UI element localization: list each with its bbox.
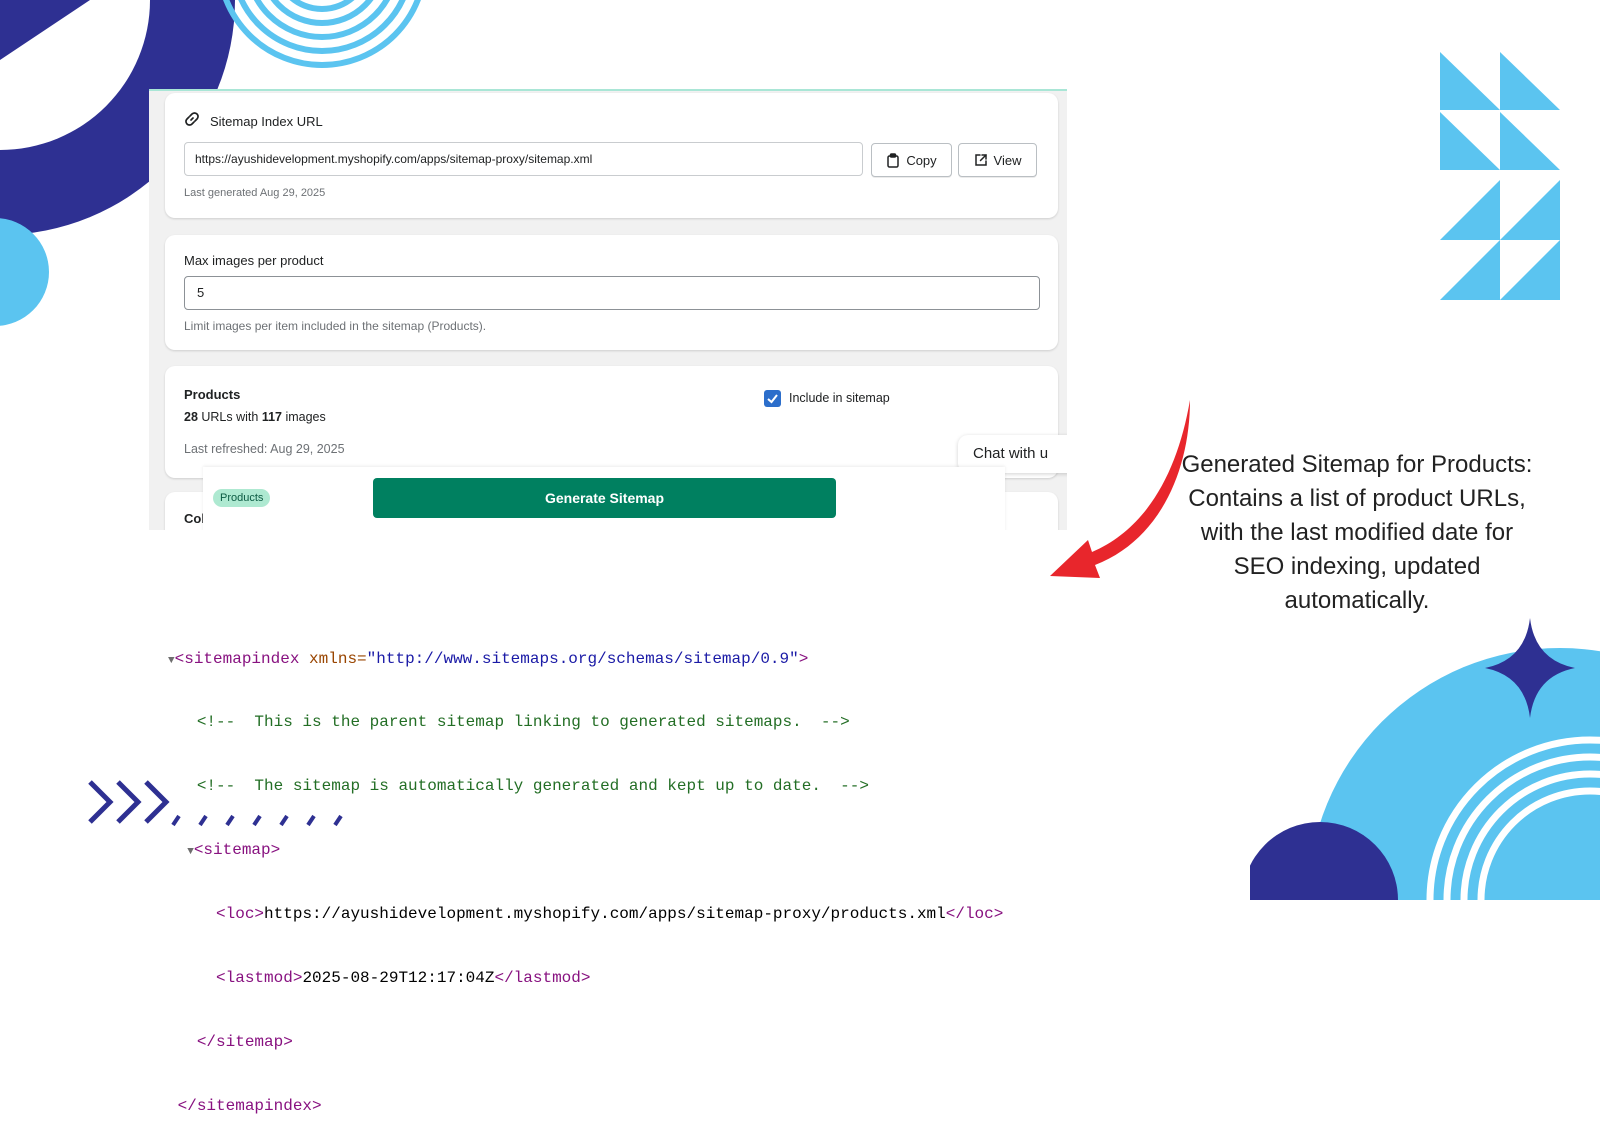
caption-line: Contains a list of product URLs,: [1188, 485, 1526, 512]
xml-tag: <sitemapindex: [174, 649, 300, 668]
products-title: Products: [184, 387, 241, 402]
products-card: Products 28 URLs with 117 images Include…: [165, 366, 1058, 478]
caption-line: automatically.: [1284, 587, 1430, 614]
urls-with-text: URLs with: [197, 410, 262, 424]
xml-tag: <sitemap>: [193, 841, 281, 860]
copy-label: Copy: [906, 152, 937, 168]
caption-line: Generated Sitemap for Products:: [1181, 451, 1533, 478]
caption-line: with the last modified date for: [1200, 519, 1514, 546]
url-count: 28: [184, 410, 198, 424]
xml-tag: </lastmod>: [494, 969, 591, 988]
xml-attr-value: "http://www.sitemaps.org/schemas/sitemap…: [366, 649, 799, 668]
xml-line-comment: <!-- This is the parent sitemap linking …: [168, 712, 1003, 733]
max-images-input[interactable]: 5: [184, 276, 1040, 310]
clipboard-icon: [887, 152, 900, 168]
xml-tag: </loc>: [945, 905, 1004, 924]
partial-card-label: Col: [184, 511, 205, 526]
xml-line-index-close: </sitemapindex>: [168, 1096, 1003, 1117]
view-label: View: [993, 152, 1022, 168]
include-label[interactable]: Include in sitemap: [789, 391, 890, 405]
xml-comment: <!-- The sitemap is automatically genera…: [196, 777, 869, 796]
last-refreshed: Last refreshed: Aug 29, 2025: [184, 442, 345, 456]
check-icon: [767, 394, 778, 404]
xml-line-index-open: ▼<sitemapindex xmlns="http://www.sitemap…: [168, 649, 1003, 670]
sitemap-url-card: Sitemap Index URL https://ayushidevelopm…: [165, 93, 1058, 218]
xml-attr: xmlns=: [299, 649, 367, 668]
image-count: 117: [261, 410, 282, 424]
xml-line-comment: <!-- The sitemap is automatically genera…: [168, 776, 1003, 797]
app-screenshot: Sitemap Index URL https://ayushidevelopm…: [149, 89, 1067, 530]
generate-bar: Products Generate Sitemap: [203, 467, 1005, 530]
xml-line-loc: <loc>https://ayushidevelopment.myshopify…: [168, 904, 1003, 925]
caption: Generated Sitemap for Products: Contains…: [1152, 448, 1562, 618]
xml-loc-text: https://ayushidevelopment.myshopify.com/…: [264, 905, 946, 924]
xml-lastmod-text: 2025-08-29T12:17:04Z: [302, 969, 495, 988]
xml-line-sitemap-close: </sitemap>: [168, 1032, 1003, 1053]
link-icon: [185, 112, 199, 126]
xml-tag: <loc>: [216, 905, 265, 924]
card-title: Sitemap Index URL: [210, 114, 323, 129]
xml-line-lastmod: <lastmod>2025-08-29T12:17:04Z</lastmod>: [168, 968, 1003, 989]
decor-bottom-right: [1250, 618, 1600, 900]
view-button[interactable]: View: [958, 143, 1037, 177]
xml-comment: <!-- This is the parent sitemap linking …: [196, 713, 850, 732]
xml-listing: ▼<sitemapindex xmlns="http://www.sitemap…: [168, 606, 1003, 1138]
sitemap-url-field[interactable]: https://ayushidevelopment.myshopify.com/…: [184, 142, 863, 176]
copy-button[interactable]: Copy: [871, 143, 952, 177]
xml-tag: </sitemap>: [196, 1032, 293, 1051]
max-images-label: Max images per product: [184, 253, 324, 268]
products-tag: Products: [213, 489, 271, 507]
external-link-icon: [974, 154, 987, 166]
xml-tag-end: >: [798, 649, 809, 668]
decor-triangles: [1440, 52, 1560, 300]
top-divider: [149, 89, 1067, 91]
expand-triangle-icon[interactable]: ▼: [187, 846, 194, 858]
expand-triangle-icon[interactable]: ▼: [168, 655, 175, 667]
generate-sitemap-button[interactable]: Generate Sitemap: [373, 478, 836, 518]
images-text: images: [281, 410, 326, 424]
include-checkbox[interactable]: [764, 390, 781, 407]
xml-line-sitemap-open: ▼<sitemap>: [168, 840, 1003, 861]
caption-line: SEO indexing, updated: [1233, 553, 1481, 580]
max-images-card: Max images per product 5 Limit images pe…: [165, 235, 1058, 350]
max-images-help: Limit images per item included in the si…: [184, 319, 487, 333]
products-stats: 28 URLs with 117 images: [184, 410, 326, 424]
xml-tag: <lastmod>: [216, 969, 303, 988]
xml-tag: </sitemapindex>: [177, 1096, 322, 1115]
last-generated: Last generated Aug 29, 2025: [184, 187, 326, 199]
